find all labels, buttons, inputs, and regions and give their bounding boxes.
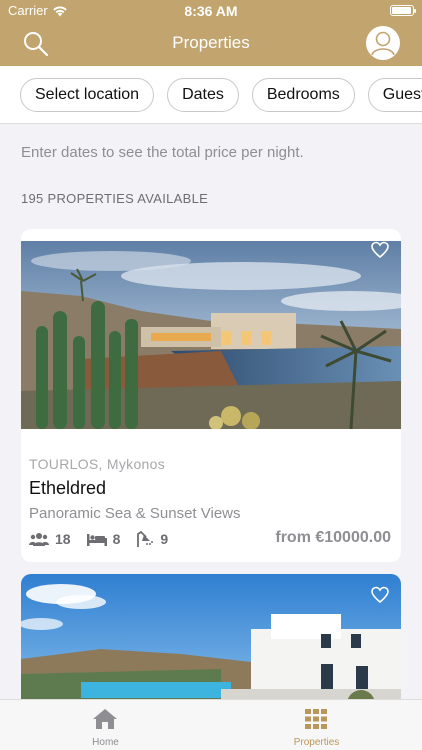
bed-icon bbox=[86, 534, 107, 546]
navigation-header: Carrier 8:36 AM Properties bbox=[0, 0, 422, 66]
dates-filter-chip[interactable]: Dates bbox=[167, 78, 239, 112]
property-stats: 18 8 9 bbox=[29, 531, 184, 547]
status-bar: Carrier 8:36 AM bbox=[0, 0, 422, 22]
favorite-heart-icon[interactable] bbox=[371, 241, 389, 259]
guests-count: 18 bbox=[55, 531, 71, 547]
bedrooms-count: 8 bbox=[112, 531, 121, 547]
page-title: Properties bbox=[172, 33, 250, 52]
dates-hint: Enter dates to see the total price per n… bbox=[21, 144, 304, 161]
profile-button[interactable] bbox=[366, 26, 400, 60]
tab-bar: Home Properties bbox=[0, 699, 422, 750]
property-name: Etheldred bbox=[29, 478, 107, 498]
property-tagline: Panoramic Sea & Sunset Views bbox=[29, 505, 241, 522]
filter-bar: Select location Dates Bedrooms Guests bbox=[0, 66, 422, 124]
guests-stat: 18 bbox=[29, 531, 71, 547]
tab-properties-label: Properties bbox=[293, 737, 340, 748]
property-card[interactable]: TOURLOS, Mykonos Etheldred Panoramic Sea… bbox=[21, 229, 401, 562]
property-card[interactable] bbox=[21, 574, 401, 714]
results-count: 195 PROPERTIES AVAILABLE bbox=[21, 191, 209, 206]
tab-properties[interactable]: Properties bbox=[211, 700, 422, 750]
shower-icon bbox=[137, 531, 154, 547]
user-avatar-icon bbox=[367, 27, 399, 59]
favorite-heart-icon[interactable] bbox=[371, 586, 389, 604]
property-photo bbox=[21, 241, 401, 429]
bathrooms-count: 9 bbox=[160, 531, 169, 547]
bedrooms-stat: 8 bbox=[86, 531, 121, 547]
battery-icon bbox=[390, 5, 416, 16]
grid-icon bbox=[305, 709, 327, 729]
property-location: TOURLOS, Mykonos bbox=[29, 456, 166, 472]
tab-home[interactable]: Home bbox=[0, 700, 211, 750]
bathrooms-stat: 9 bbox=[136, 531, 168, 547]
guests-icon bbox=[29, 533, 49, 546]
status-time: 8:36 AM bbox=[184, 3, 238, 19]
property-photo bbox=[21, 574, 401, 714]
home-icon bbox=[93, 709, 117, 729]
property-price: from €10000.00 bbox=[275, 529, 391, 546]
bedrooms-filter-chip[interactable]: Bedrooms bbox=[251, 78, 355, 112]
guests-filter-chip[interactable]: Guests bbox=[367, 78, 422, 112]
tab-home-label: Home bbox=[92, 737, 119, 748]
location-filter-chip[interactable]: Select location bbox=[20, 78, 155, 112]
